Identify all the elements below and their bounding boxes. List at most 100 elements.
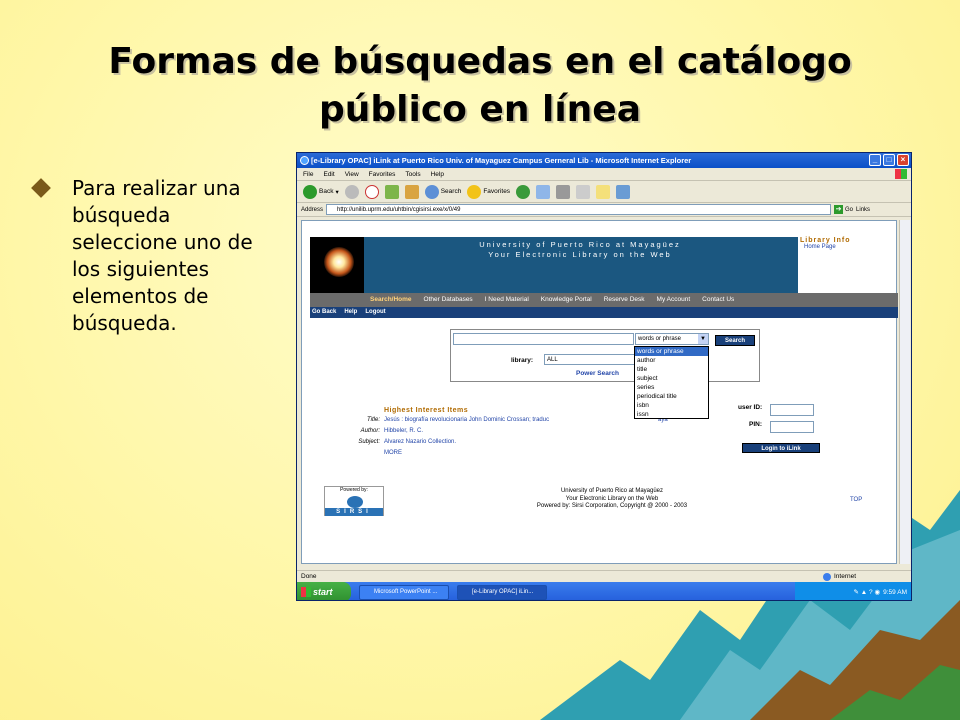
power-search-link[interactable]: Power Search xyxy=(576,370,619,377)
option-words-or-phrase[interactable]: words or phrase xyxy=(635,347,708,356)
search-type-dropdown: words or phrase author title subject ser… xyxy=(634,346,709,419)
bullet-text: Para realizar una búsqueda seleccione un… xyxy=(72,176,253,335)
nav-other-databases[interactable]: Other Databases xyxy=(424,293,473,307)
option-isbn[interactable]: isbn xyxy=(635,401,708,410)
taskbar-ie[interactable]: [e-Library OPAC] iLin... xyxy=(457,584,547,600)
nav-i-need-material[interactable]: I Need Material xyxy=(485,293,529,307)
favorites-label: Favorites xyxy=(483,188,511,195)
menu-edit[interactable]: Edit xyxy=(323,168,334,180)
discuss-icon[interactable] xyxy=(596,184,611,199)
banner-line1: University of Puerto Rico at Mayagüez xyxy=(479,240,681,249)
chevron-down-icon[interactable]: ▼ xyxy=(698,334,708,344)
web-page: University of Puerto Rico at Mayagüez Yo… xyxy=(301,220,898,564)
nav-search-home[interactable]: Search/Home xyxy=(370,293,412,307)
edit-icon[interactable] xyxy=(576,184,591,199)
pin-label: PIN: xyxy=(749,421,762,428)
security-zone: Internet xyxy=(823,572,911,581)
opac-banner: University of Puerto Rico at Mayagüez Yo… xyxy=(310,237,798,293)
menu-favorites[interactable]: Favorites xyxy=(369,168,396,180)
hi-title-value[interactable]: Jesús : biografía revolucionaria John Do… xyxy=(384,417,549,423)
search-label: Search xyxy=(440,188,462,195)
address-bar: Address http://unilib.uprm.edu/uhtbin/cg… xyxy=(297,203,911,217)
browser-screenshot: [e-Library OPAC] iLink at Puerto Rico Un… xyxy=(296,152,912,601)
option-issn[interactable]: issn xyxy=(635,410,708,419)
vertical-scrollbar[interactable] xyxy=(899,220,910,564)
powerpoint-task-label: Microsoft PowerPoint ... xyxy=(374,588,438,595)
menu-view[interactable]: View xyxy=(345,168,359,180)
hi-title-label: Title: xyxy=(367,417,380,423)
logout-link[interactable]: Logout xyxy=(365,307,385,318)
status-bar: Done Internet xyxy=(297,570,911,582)
address-url: http://unilib.uprm.edu/uhtbin/cgisirsi.e… xyxy=(337,207,461,213)
taskbar-powerpoint[interactable]: Microsoft PowerPoint ... xyxy=(359,584,449,600)
nav-reserve-desk[interactable]: Reserve Desk xyxy=(604,293,645,307)
history-icon[interactable] xyxy=(516,184,531,199)
option-periodical-title[interactable]: periodical title xyxy=(635,392,708,401)
more-link[interactable]: MORE xyxy=(384,450,402,456)
menu-file[interactable]: File xyxy=(303,168,313,180)
links-label[interactable]: Links xyxy=(856,207,870,213)
nav-knowledge-portal[interactable]: Knowledge Portal xyxy=(541,293,592,307)
home-page-link[interactable]: Home Page xyxy=(804,244,894,250)
slide-title: Formas de búsquedas en el catálogo públi… xyxy=(60,38,900,134)
star-icon xyxy=(467,184,482,199)
status-text: Done xyxy=(301,573,317,580)
messenger-icon[interactable] xyxy=(616,184,631,199)
option-series[interactable]: series xyxy=(635,383,708,392)
sirsi-logo: Powered by: SIRSI xyxy=(324,486,384,516)
globe-icon xyxy=(823,572,831,581)
search-button[interactable]: Search xyxy=(424,184,462,199)
hi-author-label: Author: xyxy=(360,428,380,434)
nav-my-account[interactable]: My Account xyxy=(657,293,691,307)
back-button[interactable]: Back ▾ xyxy=(303,184,339,199)
login-button[interactable]: Login to iLink xyxy=(742,443,820,453)
help-link[interactable]: Help xyxy=(344,307,357,318)
bullet-item: Para realizar una búsqueda seleccione un… xyxy=(31,175,262,337)
go-back-link[interactable]: Go Back xyxy=(312,307,336,318)
nav-contact-us[interactable]: Contact Us xyxy=(702,293,734,307)
mail-icon[interactable] xyxy=(536,184,551,199)
zone-label: Internet xyxy=(834,573,857,580)
menu-tools[interactable]: Tools xyxy=(405,168,420,180)
option-subject[interactable]: subject xyxy=(635,374,708,383)
option-author[interactable]: author xyxy=(635,356,708,365)
page-footer: University of Puerto Rico at Mayagüez Yo… xyxy=(502,488,722,511)
search-type-select[interactable]: words or phrase ▼ xyxy=(635,333,709,345)
go-arrow-icon: ➔ xyxy=(834,205,844,214)
highest-interest-title: Highest Interest Items xyxy=(384,407,469,414)
option-title[interactable]: title xyxy=(635,365,708,374)
sirsi-powered-by: Powered by: xyxy=(340,487,368,493)
close-button[interactable]: × xyxy=(897,154,909,166)
user-id-input[interactable] xyxy=(770,404,814,416)
minimize-button[interactable]: _ xyxy=(869,154,881,166)
search-submit-button[interactable]: Search xyxy=(715,335,755,346)
sirsi-name: SIRSI xyxy=(325,508,383,516)
search-input[interactable] xyxy=(453,333,634,345)
top-link[interactable]: TOP xyxy=(850,497,862,503)
hi-author-value[interactable]: Hibbeler, R. C. xyxy=(384,428,423,434)
forward-button[interactable] xyxy=(344,184,359,199)
clock: 9:59 AM xyxy=(883,588,907,596)
address-input[interactable]: http://unilib.uprm.edu/uhtbin/cgisirsi.e… xyxy=(326,204,832,215)
internet-explorer-icon xyxy=(300,156,309,165)
go-button[interactable]: ➔ Go xyxy=(834,205,853,214)
favorites-button[interactable]: Favorites xyxy=(467,184,511,199)
back-arrow-icon xyxy=(303,184,317,199)
start-button[interactable]: start xyxy=(297,582,351,600)
library-select[interactable]: ALL xyxy=(544,354,635,365)
home-icon[interactable] xyxy=(404,184,419,199)
back-label: Back xyxy=(319,188,334,195)
window-title: [e-Library OPAC] iLink at Puerto Rico Un… xyxy=(311,156,692,165)
print-icon[interactable] xyxy=(556,184,571,199)
hi-subject-value[interactable]: Alvarez Nazario Collection. xyxy=(384,439,456,445)
slide-title-line1: Formas de búsquedas en el catálogo xyxy=(108,41,852,82)
slide-title-line2: público en línea xyxy=(318,89,642,130)
pin-input[interactable] xyxy=(770,421,814,433)
refresh-icon[interactable] xyxy=(384,184,399,199)
menu-help[interactable]: Help xyxy=(431,168,444,180)
tray-icons: ✎ ▲ ? ◉ xyxy=(853,589,881,596)
search-type-value: words or phrase xyxy=(638,336,682,342)
stop-icon[interactable] xyxy=(364,184,379,199)
library-logo xyxy=(310,237,364,293)
maximize-button[interactable]: □ xyxy=(883,154,895,166)
